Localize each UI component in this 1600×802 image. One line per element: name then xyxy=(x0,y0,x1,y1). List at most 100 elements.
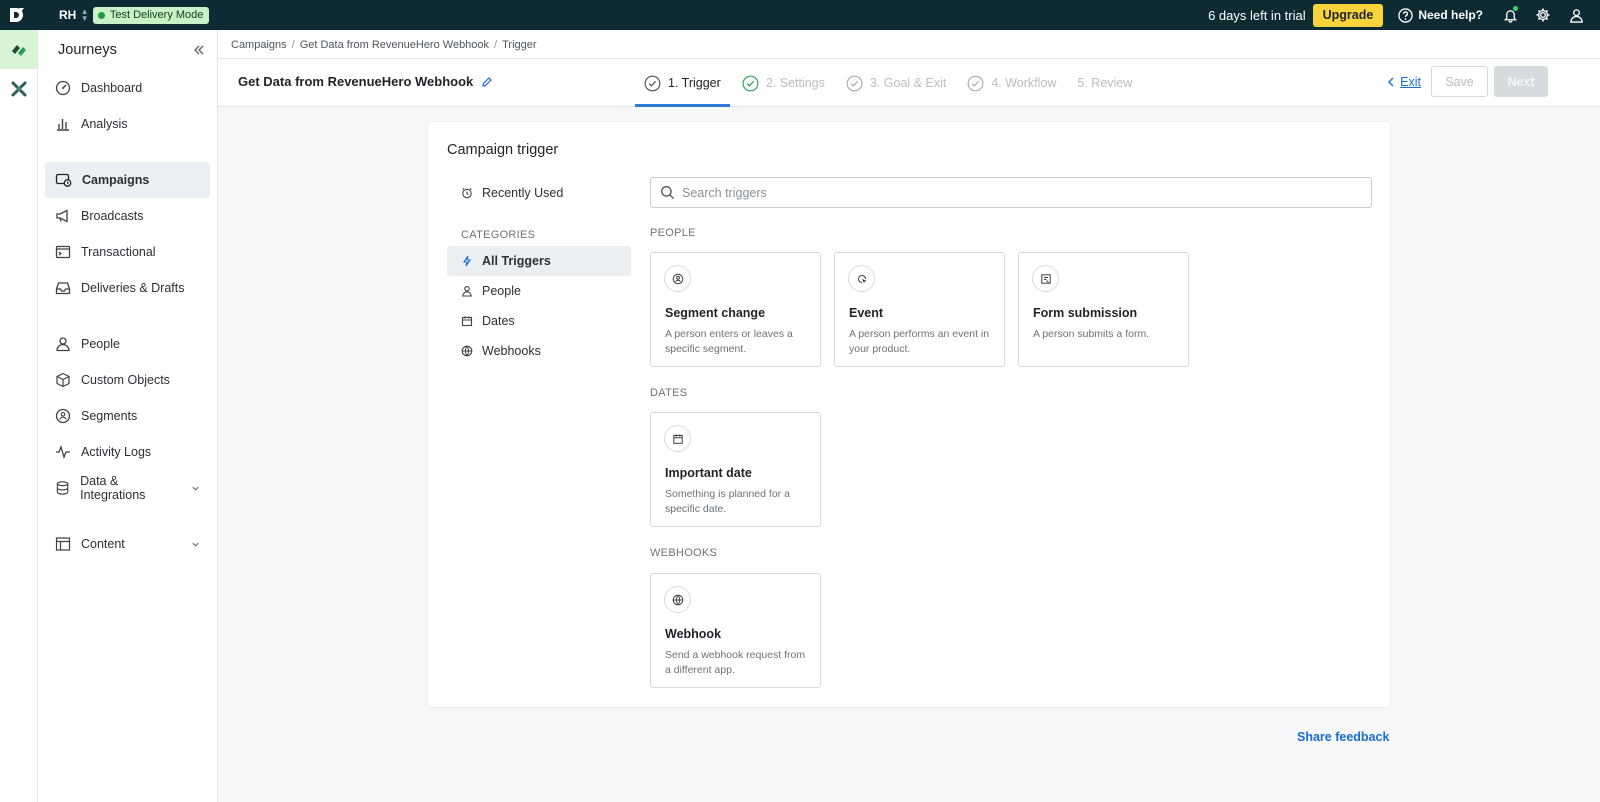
sidebar-item-label: Broadcasts xyxy=(81,209,144,223)
trigger-card-form-submission[interactable]: Form submission A person submits a form. xyxy=(1018,252,1189,367)
search-triggers-input[interactable] xyxy=(682,185,1362,200)
exit-link[interactable]: Exit xyxy=(1387,75,1421,89)
step-settings[interactable]: 2. Settings xyxy=(733,59,834,107)
sidebar-title: Journeys xyxy=(58,42,117,58)
sidebar-item-label: People xyxy=(81,337,120,351)
collapse-sidebar-icon[interactable] xyxy=(193,44,205,56)
inbox-icon xyxy=(55,282,71,295)
sidebar-item-label: Deliveries & Drafts xyxy=(81,281,185,295)
page-header: Campaigns / Get Data from RevenueHero We… xyxy=(218,30,1600,107)
trigger-card-segment-change[interactable]: Segment change A person enters or leaves… xyxy=(650,252,821,367)
category-people[interactable]: People xyxy=(447,276,631,306)
sidebar: Journeys Dashboard Analysis Campaigns Br… xyxy=(38,30,218,802)
workspace-switcher[interactable]: RH ▴ ▾ xyxy=(59,6,87,23)
campaign-title: Get Data from RevenueHero Webhook xyxy=(238,74,493,89)
sidebar-item-custom-objects[interactable]: Custom Objects xyxy=(45,362,210,398)
trigger-card-name: Important date xyxy=(665,466,752,480)
user-account-icon[interactable] xyxy=(1567,6,1585,24)
step-label: 2. Settings xyxy=(765,76,825,90)
breadcrumb: Campaigns / Get Data from RevenueHero We… xyxy=(231,39,537,51)
test-mode-badge[interactable]: Test Delivery Mode xyxy=(92,6,210,24)
category-label: Dates xyxy=(482,314,515,328)
category-label: People xyxy=(482,284,521,298)
help-label: Need help? xyxy=(1418,8,1483,22)
step-trigger[interactable]: 1. Trigger xyxy=(635,59,730,107)
section-label-dates: DATES xyxy=(650,387,688,399)
journeys-app-icon[interactable] xyxy=(0,30,37,69)
category-webhooks[interactable]: Webhooks xyxy=(447,336,631,366)
sidebar-item-label: Dashboard xyxy=(81,81,143,95)
exit-label: Exit xyxy=(1400,74,1421,89)
person-icon xyxy=(56,337,70,352)
breadcrumb-campaign[interactable]: Get Data from RevenueHero Webhook xyxy=(300,39,489,51)
settings-gear-icon[interactable] xyxy=(1534,6,1552,24)
edit-pencil-icon[interactable] xyxy=(481,76,493,88)
sidebar-item-analysis[interactable]: Analysis xyxy=(45,106,210,142)
campaign-title-text: Get Data from RevenueHero Webhook xyxy=(238,74,474,89)
trigger-card-name: Form submission xyxy=(1033,306,1138,320)
sidebar-item-label: Segments xyxy=(81,409,138,423)
step-label: 5. Review xyxy=(1077,76,1133,90)
trigger-card-webhook[interactable]: Webhook Send a webhook request from a di… xyxy=(650,573,821,688)
sidebar-item-data-integrations[interactable]: Data & Integrations xyxy=(45,470,210,506)
breadcrumb-separator: / xyxy=(291,39,295,51)
status-dot-icon xyxy=(97,11,105,19)
form-icon xyxy=(1032,265,1059,292)
sidebar-item-deliveries-drafts[interactable]: Deliveries & Drafts xyxy=(45,270,210,306)
category-all-triggers[interactable]: All Triggers xyxy=(447,246,631,276)
categories-heading: CATEGORIES xyxy=(461,229,536,241)
sidebar-item-activity-logs[interactable]: Activity Logs xyxy=(45,434,210,470)
section-label-people: PEOPLE xyxy=(650,227,696,239)
breadcrumb-campaigns[interactable]: Campaigns xyxy=(231,39,287,51)
sidebar-item-label: Data & Integrations xyxy=(80,474,146,502)
sidebar-item-label: Transactional xyxy=(81,245,156,259)
sidebar-item-broadcasts[interactable]: Broadcasts xyxy=(45,198,210,234)
sidebar-item-content[interactable]: Content xyxy=(45,526,210,562)
megaphone-icon xyxy=(56,209,68,223)
integrations-app-icon[interactable] xyxy=(0,69,37,108)
notification-dot xyxy=(1513,6,1518,11)
trigger-card-desc: A person performs an event in your produ… xyxy=(849,328,990,355)
save-button[interactable]: Save xyxy=(1431,66,1488,97)
search-triggers-field[interactable] xyxy=(650,177,1372,208)
trigger-card-event[interactable]: Event A person performs an event in your… xyxy=(834,252,1005,367)
sidebar-item-label: Campaigns xyxy=(82,173,150,187)
step-label: 4. Workflow xyxy=(991,76,1057,90)
pulse-icon xyxy=(56,445,70,459)
step-review[interactable]: 5. Review xyxy=(1068,59,1141,107)
sidebar-item-campaigns[interactable]: Campaigns xyxy=(45,162,210,198)
chevron-updown-icon: ▴ ▾ xyxy=(82,6,87,23)
step-label: 1. Trigger xyxy=(668,76,721,90)
step-goal-exit[interactable]: 3. Goal & Exit xyxy=(837,59,955,107)
step-workflow[interactable]: 4. Workflow xyxy=(958,59,1065,107)
help-button[interactable]: Need help? xyxy=(1398,7,1483,23)
trigger-card-desc: Something is planned for a specific date… xyxy=(665,488,790,515)
notifications-bell-icon[interactable] xyxy=(1501,6,1519,24)
sidebar-item-dashboard[interactable]: Dashboard xyxy=(45,70,210,106)
lightning-icon xyxy=(462,255,472,267)
segment-icon xyxy=(664,265,691,292)
sidebar-item-segments[interactable]: Segments xyxy=(45,398,210,434)
trial-status-text: 6 days left in trial xyxy=(1208,7,1306,23)
recently-used-item[interactable]: Recently Used xyxy=(447,178,631,208)
top-bar: RH ▴ ▾ Test Delivery Mode 6 days left in … xyxy=(0,0,1600,30)
share-feedback-link[interactable]: Share feedback xyxy=(1297,730,1389,744)
app-logo-icon[interactable] xyxy=(0,0,34,30)
trigger-categories: Recently Used CATEGORIES All Triggers Pe… xyxy=(447,178,631,366)
section-label-webhooks: WEBHOOKS xyxy=(650,547,718,559)
trigger-card-important-date[interactable]: Important date Something is planned for … xyxy=(650,412,821,527)
trigger-card-name: Webhook xyxy=(665,627,722,641)
next-button[interactable]: Next xyxy=(1494,66,1548,97)
table-icon xyxy=(55,537,71,551)
upgrade-button[interactable]: Upgrade xyxy=(1312,3,1384,27)
sidebar-item-label: Content xyxy=(81,537,125,551)
sidebar-item-people[interactable]: People xyxy=(45,326,210,362)
terminal-icon xyxy=(55,245,71,259)
sidebar-item-transactional[interactable]: Transactional xyxy=(45,234,210,270)
test-mode-label: Test Delivery Mode xyxy=(109,9,204,21)
step-label: 3. Goal & Exit xyxy=(869,76,947,90)
globe-icon xyxy=(664,586,691,613)
category-dates[interactable]: Dates xyxy=(447,306,631,336)
database-icon xyxy=(56,481,69,495)
chevron-left-icon xyxy=(1388,77,1394,86)
